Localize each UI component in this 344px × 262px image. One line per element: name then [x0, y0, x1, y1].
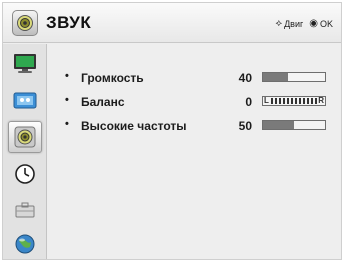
setting-value: 50	[238, 119, 252, 133]
settings-list: • Громкость 40 • Баланс 0 L R • Высокие …	[48, 44, 341, 259]
sidebar-item-channels[interactable]	[8, 84, 42, 116]
key-hints: ⟡ Двиг ◉ OK	[275, 18, 333, 29]
volume-level-fill	[263, 73, 288, 81]
setting-label: Баланс	[81, 95, 125, 109]
globe-icon	[15, 234, 35, 254]
ok-button-icon: ◉	[309, 18, 318, 29]
ok-hint: ◉ OK	[309, 18, 333, 29]
setting-label: Высокие частоты	[81, 119, 187, 133]
move-hint-label: Двиг	[284, 18, 304, 29]
sound-menu-panel: ЗВУК ⟡ Двиг ◉ OK • Громкость 40 • Баланс…	[2, 2, 342, 260]
ok-hint-label: OK	[319, 18, 333, 29]
tv-picture-icon	[14, 54, 36, 73]
sidebar-item-sound[interactable]	[8, 121, 42, 153]
treble-level-bar[interactable]	[262, 120, 326, 130]
sidebar-item-options[interactable]	[8, 228, 42, 260]
lock-icon	[15, 202, 35, 218]
sidebar-item-lock[interactable]	[8, 194, 42, 226]
setting-row-treble[interactable]: • Высокие частоты 50	[48, 116, 338, 136]
treble-level-fill	[263, 121, 294, 129]
sidebar-item-picture[interactable]	[8, 48, 42, 80]
volume-level-bar[interactable]	[262, 72, 326, 82]
bullet: •	[65, 70, 69, 82]
page-title: ЗВУК	[46, 13, 92, 32]
balance-bar[interactable]: L R	[262, 96, 326, 106]
bullet: •	[65, 94, 69, 106]
setting-label: Громкость	[81, 71, 144, 85]
balance-right-mark: R	[318, 96, 324, 105]
setting-value: 0	[245, 95, 252, 109]
menu-header: ЗВУК ⟡ Двиг ◉ OK	[3, 3, 341, 43]
navigation-arrows-icon: ⟡	[275, 18, 283, 29]
speaker-icon	[14, 126, 36, 148]
clock-icon	[15, 164, 35, 184]
sidebar-item-time[interactable]	[8, 158, 42, 190]
setting-value: 40	[238, 71, 252, 85]
category-sidebar	[3, 44, 47, 259]
move-hint: ⟡ Двиг	[275, 18, 303, 29]
balance-left-mark: L	[264, 96, 269, 105]
balance-ticks	[271, 98, 317, 104]
setting-row-volume[interactable]: • Громкость 40	[48, 68, 338, 88]
speaker-icon	[12, 10, 38, 36]
bullet: •	[65, 118, 69, 130]
antenna-icon	[13, 92, 37, 109]
setting-row-balance[interactable]: • Баланс 0 L R	[48, 92, 338, 112]
